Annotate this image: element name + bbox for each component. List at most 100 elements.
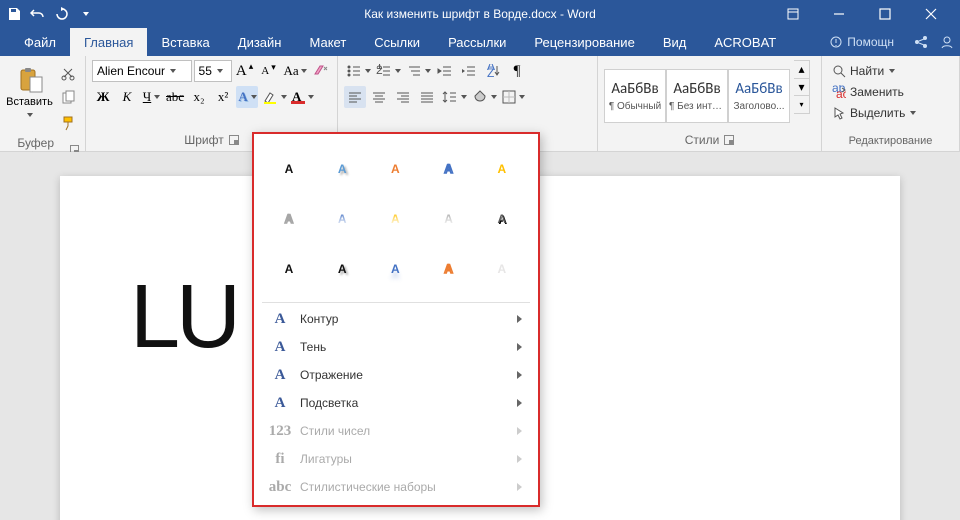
line-spacing-button[interactable] xyxy=(440,86,468,108)
style-item[interactable]: АаБбВв¶ Без инте... xyxy=(666,69,728,123)
grow-font-button[interactable]: A▴ xyxy=(234,60,256,82)
group-styles-label: Стили xyxy=(604,131,815,149)
undo-icon[interactable] xyxy=(30,6,46,22)
svg-text:ac: ac xyxy=(836,87,846,99)
text-effect-swatch[interactable]: A xyxy=(321,148,363,190)
text-effect-swatch[interactable]: A xyxy=(268,248,310,290)
tab-home[interactable]: Главная xyxy=(70,28,147,56)
tell-me[interactable]: Помощн xyxy=(815,28,908,56)
svg-text:2: 2 xyxy=(376,64,383,77)
change-case-button[interactable]: Aa xyxy=(282,60,307,82)
text-effect-menu-item[interactable]: AКонтур xyxy=(258,305,534,333)
align-left-button[interactable] xyxy=(344,86,366,108)
increase-indent-button[interactable] xyxy=(458,60,480,82)
feedback-icon[interactable] xyxy=(934,28,960,56)
styles-launcher-icon[interactable] xyxy=(724,135,734,145)
text-effect-swatch[interactable]: A xyxy=(321,248,363,290)
text-effect-swatch[interactable]: A xyxy=(481,148,523,190)
text-effect-swatch[interactable]: A xyxy=(428,148,470,190)
redo-icon[interactable] xyxy=(54,6,70,22)
text-effect-swatch[interactable]: A xyxy=(321,198,363,240)
text-effect-swatch[interactable]: A xyxy=(374,198,416,240)
tab-file[interactable]: Файл xyxy=(10,28,70,56)
tab-insert[interactable]: Вставка xyxy=(147,28,223,56)
show-marks-button[interactable]: ¶ xyxy=(506,60,528,82)
text-effect-menu-item[interactable]: AТень xyxy=(258,333,534,361)
tab-references[interactable]: Ссылки xyxy=(360,28,434,56)
group-editing-label: Редактирование xyxy=(828,133,953,149)
align-center-button[interactable] xyxy=(368,86,390,108)
maximize-icon[interactable] xyxy=(862,0,908,28)
tab-design[interactable]: Дизайн xyxy=(224,28,296,56)
justify-button[interactable] xyxy=(416,86,438,108)
font-name-value: Alien Encour xyxy=(97,64,165,78)
shrink-font-button[interactable]: A▾ xyxy=(258,60,280,82)
replace-button[interactable]: abacЗаменить xyxy=(828,83,953,101)
multilevel-list-button[interactable] xyxy=(404,60,432,82)
shading-button[interactable] xyxy=(470,86,498,108)
styles-scroll-down[interactable]: ▾ xyxy=(794,79,809,97)
styles-scroll-up[interactable]: ▴ xyxy=(794,61,809,79)
decrease-indent-button[interactable] xyxy=(434,60,456,82)
style-item[interactable]: АаБбВв¶ Обычный xyxy=(604,69,666,123)
numbering-button[interactable]: 12 xyxy=(374,60,402,82)
format-painter-button[interactable] xyxy=(57,112,79,134)
ribbon-tabs: Файл Главная Вставка Дизайн Макет Ссылки… xyxy=(0,28,960,56)
share-icon[interactable] xyxy=(908,28,934,56)
font-name-combo[interactable]: Alien Encour xyxy=(92,60,192,82)
tab-view[interactable]: Вид xyxy=(649,28,701,56)
group-editing: Найти abacЗаменить Выделить Редактирован… xyxy=(822,56,960,151)
text-effects-button[interactable]: A xyxy=(236,86,258,108)
underline-button[interactable]: Ч xyxy=(140,86,162,108)
text-effect-swatch[interactable]: A xyxy=(268,198,310,240)
strikethrough-button[interactable]: abc xyxy=(164,86,186,108)
font-size-combo[interactable]: 55 xyxy=(194,60,232,82)
select-button[interactable]: Выделить xyxy=(828,104,953,122)
tab-acrobat[interactable]: ACROBAT xyxy=(700,28,790,56)
sort-button[interactable]: AZ xyxy=(482,60,504,82)
cut-button[interactable] xyxy=(57,62,79,84)
save-icon[interactable] xyxy=(6,6,22,22)
align-right-button[interactable] xyxy=(392,86,414,108)
svg-text:Z: Z xyxy=(487,66,494,78)
subscript-button[interactable]: x₂ xyxy=(188,86,210,108)
style-item[interactable]: АаБбВвЗаголово... xyxy=(728,69,790,123)
close-icon[interactable] xyxy=(908,0,954,28)
clear-formatting-button[interactable] xyxy=(309,60,331,82)
text-effect-menu-item: 123Стили чисел xyxy=(258,417,534,445)
text-effect-menu-item: abcСтилистические наборы xyxy=(258,473,534,501)
styles-expand[interactable]: ▾ xyxy=(794,96,809,113)
minimize-icon[interactable] xyxy=(816,0,862,28)
tell-me-label: Помощн xyxy=(847,35,894,49)
text-effect-swatch[interactable]: A xyxy=(428,248,470,290)
group-styles: АаБбВв¶ ОбычныйАаБбВв¶ Без инте...АаБбВв… xyxy=(598,56,822,151)
text-effect-swatch[interactable]: A xyxy=(374,248,416,290)
text-effect-swatch[interactable]: A xyxy=(481,198,523,240)
highlight-button[interactable] xyxy=(260,86,288,108)
paste-label: Вставить xyxy=(6,96,53,108)
paste-button[interactable]: Вставить xyxy=(6,60,53,126)
borders-button[interactable] xyxy=(500,86,526,108)
tab-layout[interactable]: Макет xyxy=(295,28,360,56)
font-color-button[interactable]: A xyxy=(290,86,315,108)
styles-gallery-nav: ▴ ▾ ▾ xyxy=(794,60,810,114)
window-controls xyxy=(770,0,954,28)
find-button[interactable]: Найти xyxy=(828,62,953,80)
copy-button[interactable] xyxy=(57,87,79,109)
ribbon-options-icon[interactable] xyxy=(770,0,816,28)
text-effect-swatch[interactable]: A xyxy=(374,148,416,190)
superscript-button[interactable]: x² xyxy=(212,86,234,108)
bullets-button[interactable] xyxy=(344,60,372,82)
bold-button[interactable]: Ж xyxy=(92,86,114,108)
italic-button[interactable]: К xyxy=(116,86,138,108)
text-effect-swatch[interactable]: A xyxy=(428,198,470,240)
font-launcher-icon[interactable] xyxy=(229,135,239,145)
tab-mailings[interactable]: Рассылки xyxy=(434,28,520,56)
text-effect-menu-item[interactable]: AПодсветка xyxy=(258,389,534,417)
text-effect-swatch[interactable]: A xyxy=(268,148,310,190)
tab-review[interactable]: Рецензирование xyxy=(520,28,648,56)
text-effect-swatch[interactable]: A xyxy=(481,248,523,290)
text-effect-menu-item[interactable]: AОтражение xyxy=(258,361,534,389)
qat-customize-icon[interactable]: .qat .caret::after{border-top-color:#fff… xyxy=(78,6,94,22)
window-title: Как изменить шрифт в Ворде.docx - Word xyxy=(364,7,596,21)
